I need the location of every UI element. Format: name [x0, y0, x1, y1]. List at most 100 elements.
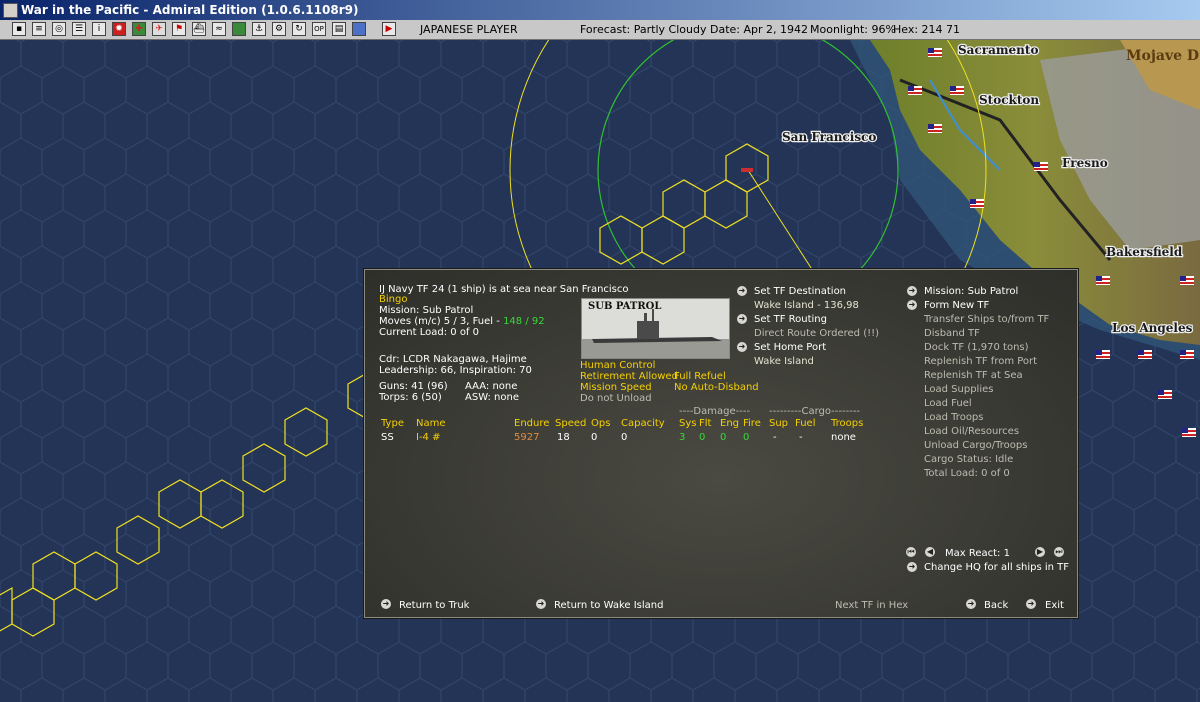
total-load: Total Load: 0 of 0	[924, 468, 1010, 479]
exit-button[interactable]: Exit	[1045, 600, 1064, 612]
option-do-not-unload[interactable]: Do not Unload	[580, 393, 652, 405]
action-dock-tf[interactable]: Dock TF (1,970 tons)	[924, 342, 1029, 354]
routing-value: Direct Route Ordered (!!)	[754, 328, 880, 339]
end-turn-icon[interactable]: ▶	[382, 22, 396, 36]
cargo-group-header: ---------Cargo--------	[769, 406, 861, 417]
action-transfer-ships[interactable]: Transfer Ships to/from TF	[924, 314, 1049, 326]
col-sup: Sup	[769, 418, 789, 429]
city-sacramento: Sacramento	[958, 43, 1038, 57]
col-sys: Sys	[679, 418, 697, 429]
next-tf-in-hex[interactable]: Next TF in Hex	[835, 600, 908, 612]
air-units-icon[interactable]: ✈	[152, 22, 166, 36]
arrow-icon: ➜	[737, 342, 747, 352]
ship-endure: 5927	[514, 432, 540, 443]
ship-troops: none	[831, 432, 856, 443]
max-react: Max React: 1	[945, 548, 1010, 559]
ground-units-icon[interactable]: ✚	[132, 22, 146, 36]
moonlight-label: Moonlight: 96%	[810, 23, 896, 36]
ship-fire: 0	[743, 432, 750, 443]
col-flt: Flt	[699, 418, 712, 429]
col-type: Type	[381, 418, 404, 429]
col-name: Name	[416, 418, 446, 429]
col-capacity: Capacity	[621, 418, 665, 429]
ship-type: SS	[381, 432, 394, 443]
base-icon[interactable]: ≈	[212, 22, 226, 36]
city-san-francisco: San Francisco	[782, 130, 876, 144]
tf-title: IJ Navy TF 24 (1 ship) is at sea near Sa…	[379, 284, 629, 295]
terrain-icon[interactable]	[232, 22, 246, 36]
ship-capacity: 0	[621, 432, 628, 443]
flag-icon[interactable]: ⚑	[172, 22, 186, 36]
arrow-icon: ➜	[536, 599, 546, 609]
next-icon[interactable]: ▶	[1035, 547, 1045, 557]
destination-value: Wake Island - 136,98	[754, 300, 859, 311]
cycle-icon[interactable]: ↻	[292, 22, 306, 36]
city-bakersfield: Bakersfield	[1106, 245, 1183, 259]
japan-flag-icon[interactable]: ✹	[112, 22, 126, 36]
tf-asw: ASW: none	[465, 392, 519, 403]
col-speed: Speed	[555, 418, 587, 429]
ship-sys: 3	[679, 432, 686, 443]
action-load-supplies[interactable]: Load Supplies	[924, 384, 993, 396]
hex-label: Hex: 214 71	[893, 23, 961, 36]
tf-leadership: Leadership: 66, Inspiration: 70	[379, 365, 532, 376]
map-icon[interactable]: ▪	[12, 22, 26, 36]
return-wake-button[interactable]: Return to Wake Island	[554, 600, 663, 612]
app-icon	[3, 3, 18, 18]
window-title: War in the Pacific - Admiral Edition (1.…	[21, 3, 359, 17]
set-home-port-button[interactable]: Set Home Port	[754, 342, 826, 354]
title-bar: War in the Pacific - Admiral Edition (1.…	[0, 0, 1200, 20]
mission-button[interactable]: Mission: Sub Patrol	[924, 286, 1018, 298]
last-icon[interactable]: ⏭	[1054, 547, 1064, 557]
action-load-fuel[interactable]: Load Fuel	[924, 398, 972, 410]
option-no-auto-disband[interactable]: No Auto-Disband	[674, 382, 759, 394]
arrow-icon: ➜	[966, 599, 976, 609]
region-mojave: Mojave D	[1126, 48, 1199, 64]
arrow-icon: ➜	[1026, 599, 1036, 609]
city-los-angeles: Los Angeles	[1112, 321, 1193, 335]
home-port-value: Wake Island	[754, 356, 814, 367]
action-load-troops[interactable]: Load Troops	[924, 412, 984, 424]
info-icon[interactable]: i	[92, 22, 106, 36]
tf-24-marker[interactable]	[741, 168, 753, 172]
ship-speed: 18	[557, 432, 570, 443]
arrow-icon: ➜	[907, 300, 917, 310]
action-replenish-sea[interactable]: Replenish TF at Sea	[924, 370, 1023, 382]
weather-icon[interactable]	[352, 22, 366, 36]
form-new-tf-button[interactable]: Form New TF	[924, 300, 989, 312]
prev-icon[interactable]: ◀	[925, 547, 935, 557]
col-fire: Fire	[743, 418, 761, 429]
arrow-icon: ➜	[381, 599, 391, 609]
first-icon[interactable]: ⏮	[906, 547, 916, 557]
intel-icon[interactable]: ◎	[52, 22, 66, 36]
return-truk-button[interactable]: Return to Truk	[399, 600, 469, 612]
ship-name[interactable]: I-4 #	[416, 432, 440, 444]
col-fuel: Fuel	[795, 418, 816, 429]
tf-torps: Torps: 6 (50)	[379, 392, 442, 403]
set-routing-button[interactable]: Set TF Routing	[754, 314, 827, 326]
submarine-picture	[582, 309, 729, 358]
back-button[interactable]: Back	[984, 600, 1008, 612]
tf-current-load: Current Load: 0 of 0	[379, 327, 479, 338]
action-replenish-port[interactable]: Replenish TF from Port	[924, 356, 1037, 368]
set-destination-button[interactable]: Set TF Destination	[754, 286, 846, 298]
production-icon[interactable]: ⚙	[272, 22, 286, 36]
arrow-icon: ➜	[737, 314, 747, 324]
action-disband-tf[interactable]: Disband TF	[924, 328, 980, 340]
list-icon[interactable]: ☰	[72, 22, 86, 36]
ship-icon[interactable]: ⛴	[192, 22, 206, 36]
game-map[interactable]: Sacramento Stockton San Francisco Fresno…	[0, 40, 1200, 702]
toolbar: ▪ ≡ ◎ ☰ i ✹ ✚ ✈ ⚑ ⛴ ≈ ⚓ ⚙ ↻ OP ▤ ▶ JAPAN…	[0, 20, 1200, 40]
forecast-label: Forecast: Partly Cloudy	[580, 23, 707, 36]
action-unload-cargo[interactable]: Unload Cargo/Troops	[924, 440, 1027, 452]
report-icon[interactable]: ≡	[32, 22, 46, 36]
action-load-oil[interactable]: Load Oil/Resources	[924, 426, 1019, 438]
document-icon[interactable]: ▤	[332, 22, 346, 36]
arrow-icon: ➜	[907, 286, 917, 296]
change-hq-button[interactable]: Change HQ for all ships in TF	[924, 562, 1069, 574]
damage-group-header: ----Damage----	[679, 406, 751, 417]
fleet-icon[interactable]: ⚓	[252, 22, 266, 36]
moves-fuel: 148 / 92	[503, 316, 545, 327]
op-icon[interactable]: OP	[312, 22, 326, 36]
ship-ops: 0	[591, 432, 598, 443]
